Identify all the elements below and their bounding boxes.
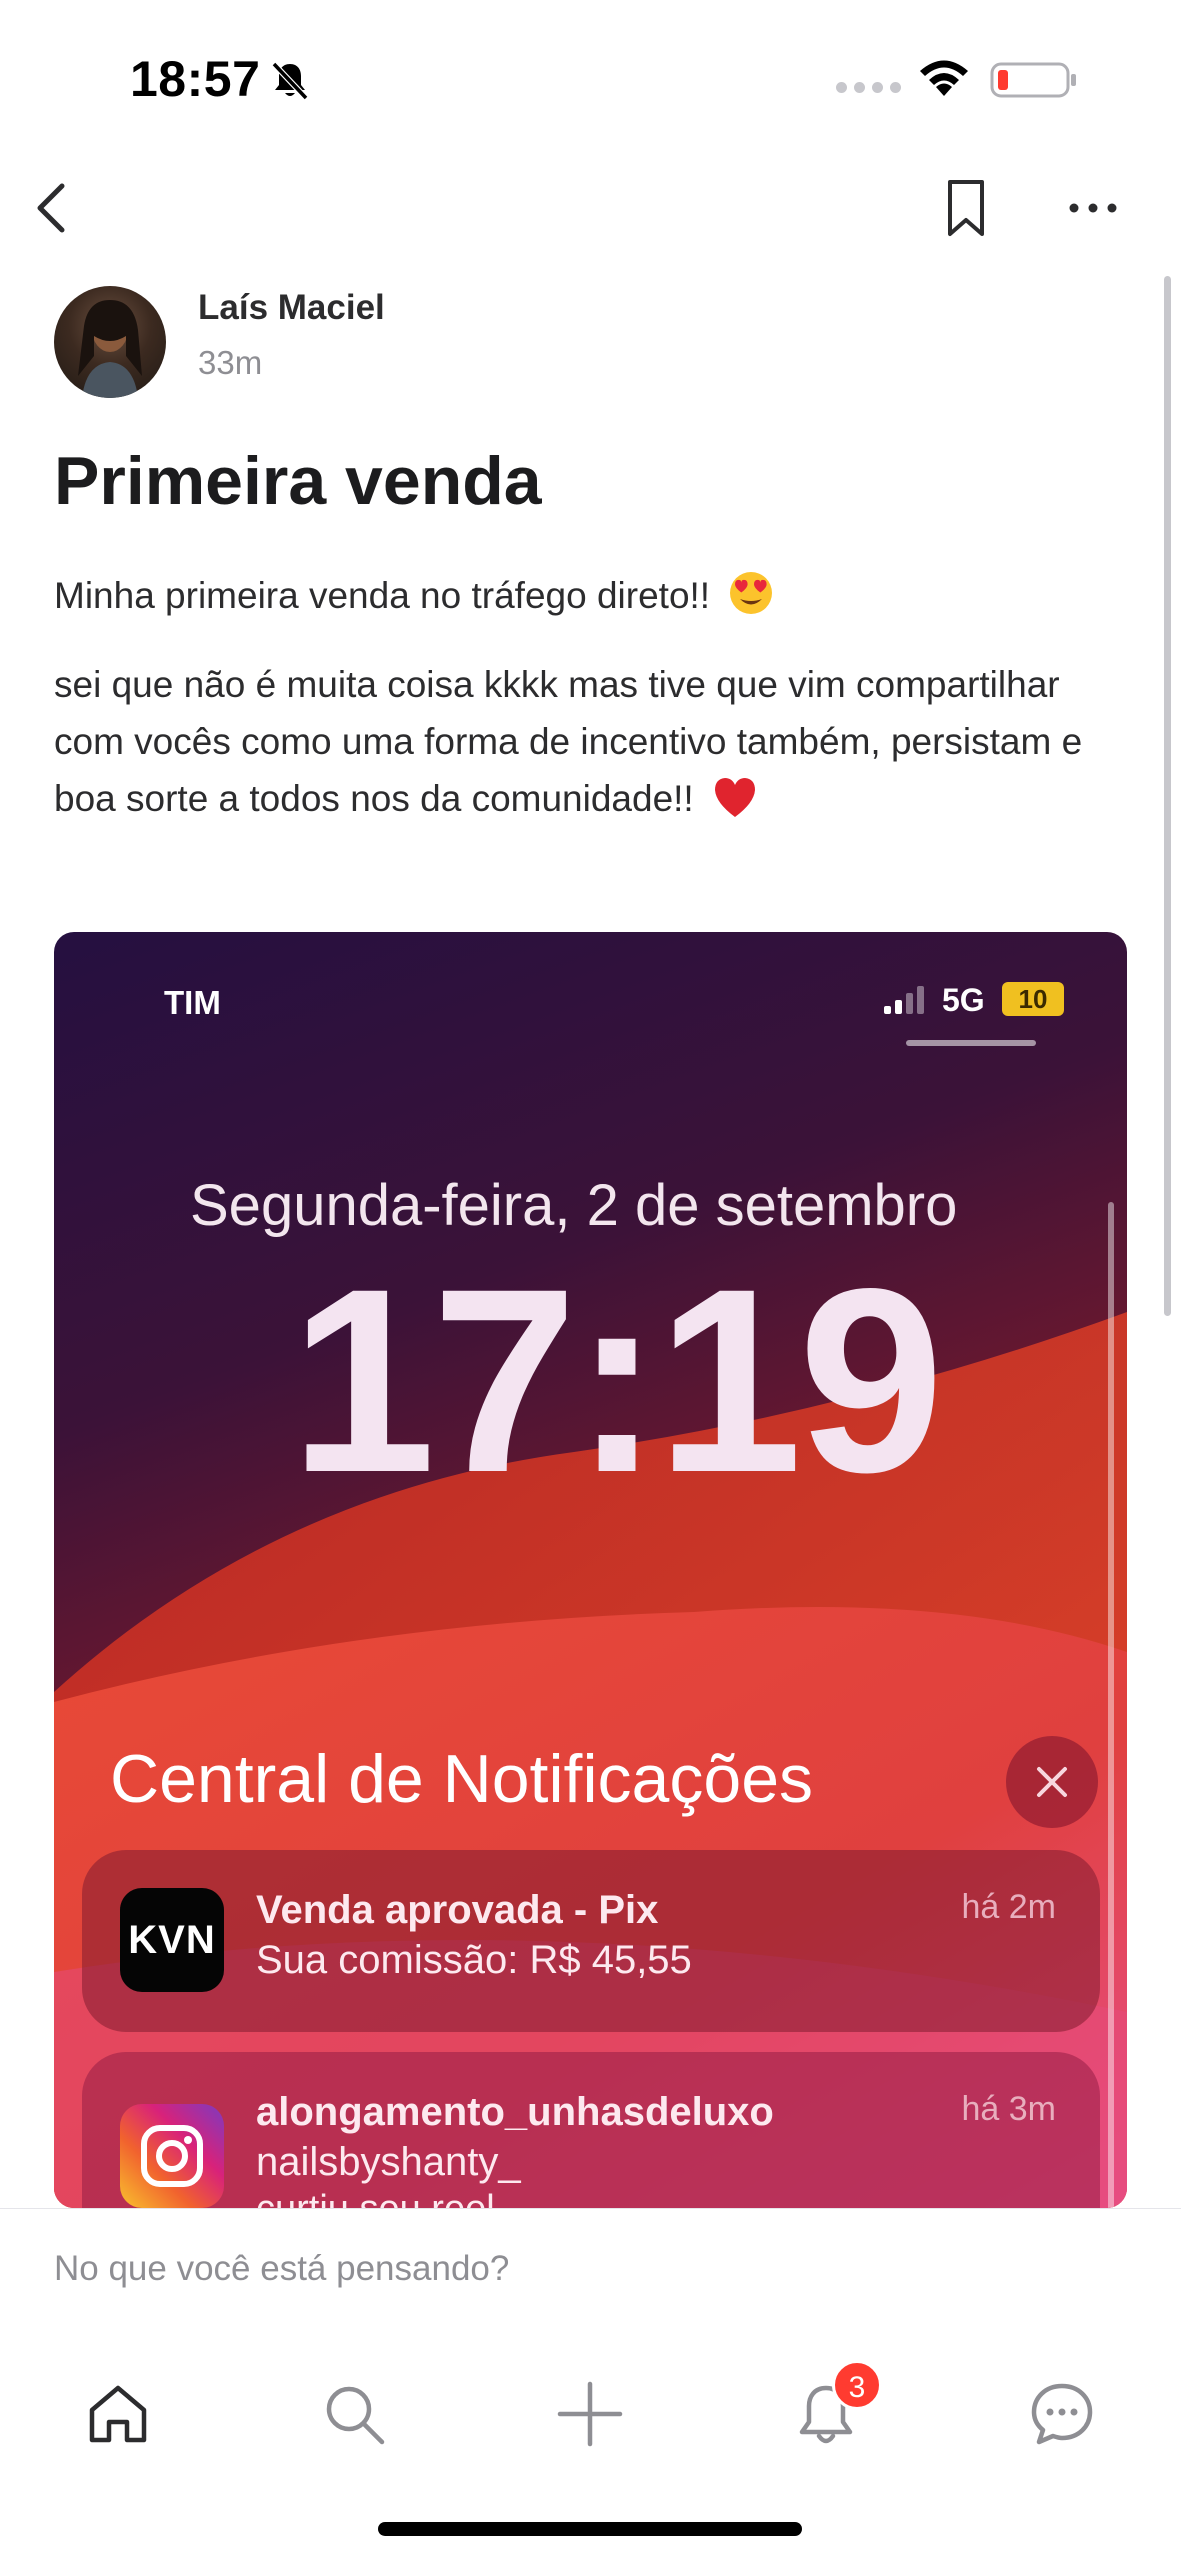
image-carrier-label: TIM: [164, 984, 221, 1021]
back-chevron-icon[interactable]: [30, 178, 74, 238]
kvn-app-icon: KVN: [120, 1888, 224, 1992]
image-signal-icon: [884, 986, 924, 1014]
status-bar: 18:57: [0, 0, 1181, 160]
heart-eyes-emoji-icon: [730, 572, 773, 614]
wifi-icon: [920, 60, 968, 96]
post-first-line: Minha primeira venda no tráfego direto!!: [54, 570, 774, 619]
notification-subtitle-2: curtiu seu reel: [256, 2188, 495, 2208]
composer-bar: [0, 2208, 1181, 2332]
notification-title: alongamento_unhasdeluxo: [256, 2090, 774, 2134]
tab-notifications[interactable]: 3: [790, 2360, 882, 2450]
red-heart-emoji-icon: [715, 778, 755, 817]
instagram-icon: [120, 2104, 224, 2208]
cellular-signal-icon: [836, 82, 901, 93]
notification-time: há 3m: [961, 2090, 1057, 2128]
image-scrollbar: [1108, 1202, 1114, 2208]
image-notification-center-title: Central de Notificações: [110, 1741, 814, 1817]
search-icon: [326, 2386, 385, 2445]
chat-bubble-icon: [1031, 2383, 1093, 2445]
notification-subtitle: Sua comissão: R$ 45,55: [256, 1938, 692, 1982]
image-network-label: 5G: [942, 982, 985, 1018]
post-body-text: sei que não é muita coisa kkkk mas tive …: [54, 664, 1083, 819]
notification-time: há 2m: [961, 1888, 1057, 1926]
tab-home[interactable]: [82, 2378, 154, 2450]
image-lockscreen-date: Segunda-feira, 2 de setembro: [190, 1173, 958, 1238]
author-name[interactable]: Laís Maciel: [198, 288, 385, 328]
image-battery-indicator: 10: [1002, 982, 1064, 1016]
bell-muted-icon: [271, 61, 309, 101]
notifications-badge: 3: [832, 2360, 882, 2410]
home-indicator: [378, 2522, 802, 2536]
battery-low-icon: [990, 62, 1076, 98]
status-time: 18:57: [130, 51, 261, 107]
image-pull-indicator: [906, 1040, 1036, 1046]
image-notification-instagram: alongamento_unhasdeluxo nailsbyshanty_ c…: [82, 2052, 1100, 2208]
tab-create[interactable]: [554, 2378, 626, 2450]
image-notification-sale: KVN Venda aprovada - Pix Sua comissão: R…: [82, 1850, 1100, 2032]
image-lockscreen-clock: 17:19: [290, 1234, 944, 1527]
tab-search[interactable]: [318, 2378, 390, 2450]
notification-title: Venda aprovada - Pix: [256, 1888, 659, 1932]
notification-subtitle: nailsbyshanty_: [256, 2140, 521, 2184]
post-first-line-text: Minha primeira venda no tráfego direto!!: [54, 575, 711, 616]
bookmark-icon[interactable]: [942, 176, 990, 240]
author-avatar[interactable]: [54, 286, 166, 398]
post-image[interactable]: TIM 5G 10 Segunda-feira, 2 de setembro 1…: [54, 932, 1127, 2208]
plus-icon: [557, 2381, 623, 2447]
post-title: Primeira venda: [54, 443, 542, 519]
composer-input[interactable]: [54, 2249, 1114, 2289]
post-body: sei que não é muita coisa kkkk mas tive …: [54, 656, 1134, 827]
image-close-icon: [1006, 1736, 1098, 1828]
page-scrollbar[interactable]: [1164, 276, 1171, 1316]
tab-messages[interactable]: [1026, 2378, 1098, 2450]
home-icon: [89, 2385, 147, 2443]
post-timestamp: 33m: [198, 344, 263, 381]
more-options-icon[interactable]: [1068, 200, 1118, 216]
avatar-photo: [78, 300, 142, 398]
